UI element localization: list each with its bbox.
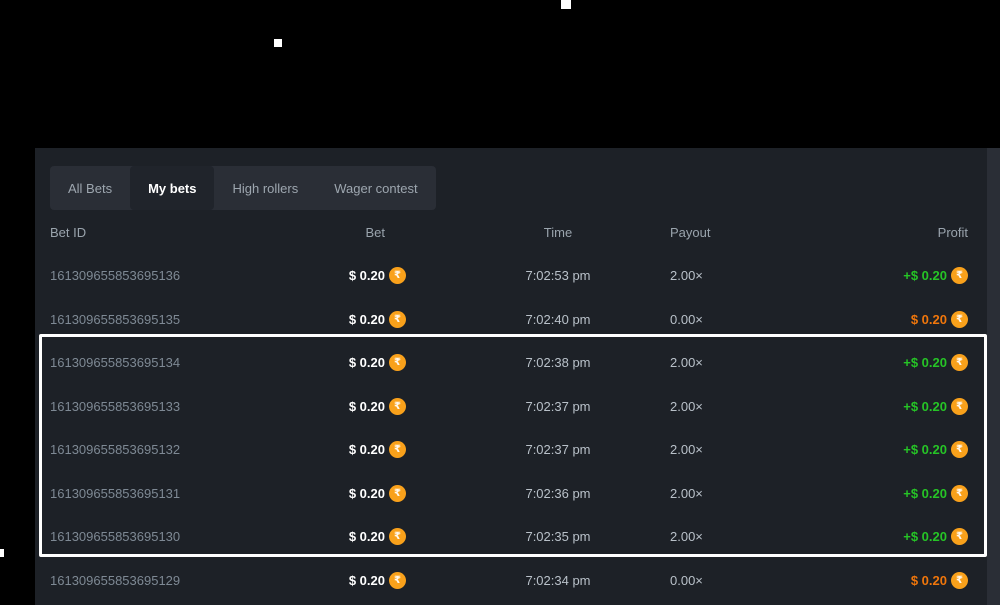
bet-time: 7:02:36 pm: [406, 486, 658, 501]
bet-id: 161309655853695133: [50, 399, 322, 414]
bet-amount-value: $ 0.20: [349, 486, 385, 501]
bet-amount-value: $ 0.20: [349, 442, 385, 457]
bet-profit: +$ 0.20 ₹: [818, 267, 968, 284]
tab-wager-contest[interactable]: Wager contest: [316, 166, 435, 210]
rupee-coin-icon: ₹: [951, 354, 968, 371]
bet-amount: $ 0.20 ₹: [322, 485, 406, 502]
bet-amount-value: $ 0.20: [349, 268, 385, 283]
bet-profit-value: +$ 0.20: [903, 486, 947, 501]
header-bet: Bet: [322, 225, 406, 240]
bet-time: 7:02:35 pm: [406, 529, 658, 544]
bet-time: 7:02:37 pm: [406, 399, 658, 414]
rupee-coin-icon: ₹: [951, 398, 968, 415]
bet-payout: 2.00×: [658, 529, 818, 544]
rupee-coin-icon: ₹: [389, 528, 406, 545]
bet-payout: 2.00×: [658, 268, 818, 283]
bet-amount: $ 0.20 ₹: [322, 572, 406, 589]
rupee-coin-icon: ₹: [389, 485, 406, 502]
bet-amount-value: $ 0.20: [349, 399, 385, 414]
bet-amount-value: $ 0.20: [349, 529, 385, 544]
rupee-coin-icon: ₹: [951, 441, 968, 458]
table-row[interactable]: 161309655853695132 $ 0.20 ₹ 7:02:37 pm 2…: [35, 428, 987, 472]
header-time: Time: [406, 225, 658, 240]
bet-profit: +$ 0.20 ₹: [818, 485, 968, 502]
rupee-coin-icon: ₹: [389, 398, 406, 415]
bet-id: 161309655853695129: [50, 573, 322, 588]
rupee-coin-icon: ₹: [389, 441, 406, 458]
rupee-coin-icon: ₹: [389, 311, 406, 328]
bet-payout: 2.00×: [658, 399, 818, 414]
bet-id: 161309655853695136: [50, 268, 322, 283]
tab-my-bets[interactable]: My bets: [130, 166, 214, 210]
tab-high-rollers[interactable]: High rollers: [214, 166, 316, 210]
bet-payout: 2.00×: [658, 355, 818, 370]
rupee-coin-icon: ₹: [951, 572, 968, 589]
rupee-coin-icon: ₹: [389, 267, 406, 284]
bet-time: 7:02:37 pm: [406, 442, 658, 457]
bet-profit-value: +$ 0.20: [903, 355, 947, 370]
bet-profit: $ 0.20 ₹: [818, 311, 968, 328]
bet-time: 7:02:38 pm: [406, 355, 658, 370]
bet-profit: $ 0.20 ₹: [818, 572, 968, 589]
rupee-coin-icon: ₹: [951, 311, 968, 328]
scrollbar-track[interactable]: [987, 148, 1000, 605]
rupee-coin-icon: ₹: [951, 267, 968, 284]
bet-profit: +$ 0.20 ₹: [818, 398, 968, 415]
bet-amount: $ 0.20 ₹: [322, 441, 406, 458]
bet-profit: +$ 0.20 ₹: [818, 528, 968, 545]
bet-amount: $ 0.20 ₹: [322, 528, 406, 545]
bet-profit-value: +$ 0.20: [903, 442, 947, 457]
bet-amount: $ 0.20 ₹: [322, 398, 406, 415]
table-row[interactable]: 161309655853695136 $ 0.20 ₹ 7:02:53 pm 2…: [35, 254, 987, 298]
bet-payout: 2.00×: [658, 486, 818, 501]
header-profit: Profit: [818, 225, 968, 240]
bet-id: 161309655853695130: [50, 529, 322, 544]
bet-amount: $ 0.20 ₹: [322, 267, 406, 284]
bet-amount-value: $ 0.20: [349, 355, 385, 370]
header-bet-id: Bet ID: [50, 225, 322, 240]
bet-amount: $ 0.20 ₹: [322, 354, 406, 371]
bet-time: 7:02:53 pm: [406, 268, 658, 283]
table-body: 161309655853695136 $ 0.20 ₹ 7:02:53 pm 2…: [35, 254, 987, 602]
screen-artifact-dot: [0, 549, 4, 557]
table-row[interactable]: 161309655853695135 $ 0.20 ₹ 7:02:40 pm 0…: [35, 298, 987, 342]
bet-profit-value: +$ 0.20: [903, 399, 947, 414]
rupee-coin-icon: ₹: [389, 354, 406, 371]
page: { "tabs": [ {"label": "All Bets", "activ…: [0, 0, 1000, 605]
tab-all-bets[interactable]: All Bets: [50, 166, 130, 210]
table-row[interactable]: 161309655853695129 $ 0.20 ₹ 7:02:34 pm 0…: [35, 559, 987, 603]
bet-time: 7:02:40 pm: [406, 312, 658, 327]
bet-id: 161309655853695134: [50, 355, 322, 370]
bet-payout: 0.00×: [658, 573, 818, 588]
rupee-coin-icon: ₹: [389, 572, 406, 589]
bet-profit: +$ 0.20 ₹: [818, 441, 968, 458]
screen-artifact-dot: [561, 0, 571, 9]
bet-payout: 0.00×: [658, 312, 818, 327]
bet-profit-value: +$ 0.20: [903, 268, 947, 283]
table-row[interactable]: 161309655853695131 $ 0.20 ₹ 7:02:36 pm 2…: [35, 472, 987, 516]
table-row[interactable]: 161309655853695133 $ 0.20 ₹ 7:02:37 pm 2…: [35, 385, 987, 429]
table-row[interactable]: 161309655853695130 $ 0.20 ₹ 7:02:35 pm 2…: [35, 515, 987, 559]
bet-profit-value: $ 0.20: [911, 312, 947, 327]
bet-amount: $ 0.20 ₹: [322, 311, 406, 328]
bet-profit-value: +$ 0.20: [903, 529, 947, 544]
bets-tabbar: All Bets My bets High rollers Wager cont…: [50, 166, 436, 210]
screen-artifact-dot: [274, 39, 282, 47]
bet-payout: 2.00×: [658, 442, 818, 457]
bet-profit-value: $ 0.20: [911, 573, 947, 588]
header-payout: Payout: [658, 225, 818, 240]
bet-amount-value: $ 0.20: [349, 573, 385, 588]
table-header-row: Bet ID Bet Time Payout Profit: [35, 210, 987, 254]
bet-id: 161309655853695131: [50, 486, 322, 501]
rupee-coin-icon: ₹: [951, 485, 968, 502]
bet-amount-value: $ 0.20: [349, 312, 385, 327]
bet-time: 7:02:34 pm: [406, 573, 658, 588]
bet-id: 161309655853695132: [50, 442, 322, 457]
table-row[interactable]: 161309655853695134 $ 0.20 ₹ 7:02:38 pm 2…: [35, 341, 987, 385]
rupee-coin-icon: ₹: [951, 528, 968, 545]
bet-profit: +$ 0.20 ₹: [818, 354, 968, 371]
bet-id: 161309655853695135: [50, 312, 322, 327]
bets-panel: All Bets My bets High rollers Wager cont…: [35, 148, 1000, 605]
